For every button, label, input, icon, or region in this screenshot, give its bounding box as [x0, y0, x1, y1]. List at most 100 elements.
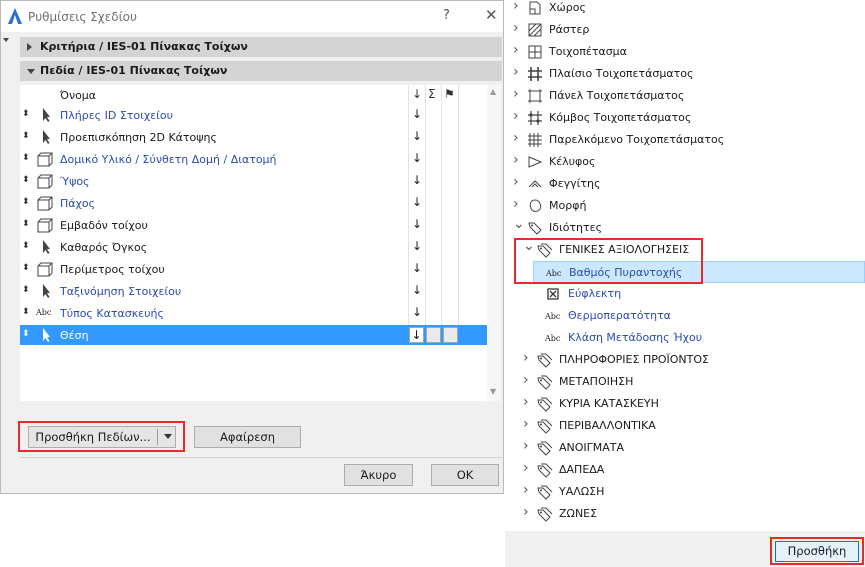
chevron-down-icon[interactable]: [164, 434, 172, 439]
sort-arrow-icon[interactable]: ↓: [412, 283, 422, 297]
tree-item[interactable]: › Παρελκόμενο Τοιχοπετάσματος: [505, 129, 860, 151]
chevron-down-icon[interactable]: ⌄: [513, 216, 525, 232]
chevron-right-icon[interactable]: ›: [523, 482, 529, 498]
title-bar[interactable]: Ρυθμίσεις Σχεδίου ? ✕: [1, 1, 503, 32]
cancel-button[interactable]: Άκυρο: [344, 464, 413, 486]
drag-handle-icon[interactable]: ⬍: [22, 307, 29, 317]
tree-item[interactable]: › ΖΩΝΕΣ: [505, 503, 860, 525]
chevron-right-icon[interactable]: ›: [513, 108, 519, 124]
remove-button[interactable]: Αφαίρεση: [194, 426, 301, 448]
chevron-right-icon[interactable]: ›: [513, 152, 519, 168]
field-row[interactable]: ⬍ Πάχος ↓: [20, 193, 487, 213]
field-row[interactable]: ⬍ Θέση ↓: [20, 325, 487, 345]
chevron-right-icon[interactable]: ›: [513, 196, 519, 212]
sort-arrow-icon[interactable]: ↓: [412, 129, 422, 143]
drag-handle-icon[interactable]: ⬍: [22, 131, 29, 141]
sort-arrow-icon[interactable]: ↓: [412, 107, 422, 121]
help-button[interactable]: ?: [443, 8, 450, 23]
flag-column-icon[interactable]: ⚑: [444, 87, 455, 101]
tree-item[interactable]: › ΜΕΤΑΠΟΙΗΣΗ: [505, 371, 860, 393]
sort-arrow-icon[interactable]: ↓: [412, 239, 422, 253]
close-button[interactable]: ✕: [485, 6, 498, 24]
field-row[interactable]: ⬍ Πλήρες ID Στοιχείου ↓: [20, 105, 487, 125]
drag-handle-icon[interactable]: ⬍: [22, 153, 29, 163]
drag-handle-icon[interactable]: ⬍: [22, 197, 29, 207]
chevron-right-icon[interactable]: ›: [513, 86, 519, 102]
arrow-pointer-icon: [36, 129, 54, 145]
drag-handle-icon[interactable]: ⬍: [22, 109, 29, 119]
sort-arrow-icon[interactable]: ↓: [412, 151, 422, 165]
tree-item[interactable]: › Τοιχοπέτασμα: [505, 41, 860, 63]
field-row[interactable]: ⬍ Ταξινόμηση Στοιχείου ↓: [20, 281, 487, 301]
tree-item[interactable]: › ΚΥΡΙΑ ΚΑΤΑΣΚΕΥΗ: [505, 393, 860, 415]
tree-item-label: Εύφλεκτη: [568, 287, 622, 300]
column-name-header[interactable]: Όνομα: [60, 89, 96, 102]
chevron-right-icon[interactable]: ›: [523, 394, 529, 410]
field-row[interactable]: ⬍ Εμβαδόν τοίχου ↓: [20, 215, 487, 235]
sum-column-icon[interactable]: Σ: [428, 87, 436, 101]
tree-item[interactable]: Abc Θερμοπερατότητα: [505, 305, 860, 327]
chevron-right-icon[interactable]: ›: [513, 174, 519, 190]
chevron-right-icon[interactable]: ›: [523, 372, 529, 388]
chevron-right-icon[interactable]: ›: [513, 64, 519, 80]
tree-item[interactable]: Abc Κλάση Μετάδοσης Ήχου: [505, 327, 860, 349]
tree-item[interactable]: › ΔΑΠΕΔΑ: [505, 459, 860, 481]
drag-handle-icon[interactable]: ⬍: [22, 329, 29, 339]
drag-handle-icon[interactable]: ⬍: [22, 285, 29, 295]
tree-item[interactable]: › Ράστερ: [505, 19, 860, 41]
chevron-right-icon[interactable]: ›: [523, 438, 529, 454]
drag-handle-icon[interactable]: ⬍: [22, 263, 29, 273]
criteria-section-header[interactable]: Κριτήρια / IES-01 Πίνακας Τοίχων: [20, 37, 502, 57]
sort-arrow-icon[interactable]: ↓: [412, 261, 422, 275]
chevron-right-icon[interactable]: ›: [523, 350, 529, 366]
fields-list[interactable]: Όνομα ↓ Σ ⚑ ⬍ Πλήρες ID Στοιχείου ↓ ⬍ Προεπι…: [20, 85, 487, 401]
field-row[interactable]: ⬍ Abc Τύπος Κατασκευής ↓: [20, 303, 487, 323]
chevron-right-icon[interactable]: ›: [513, 42, 519, 58]
sort-arrow-icon[interactable]: ↓: [412, 195, 422, 209]
drag-handle-icon[interactable]: ⬍: [22, 219, 29, 229]
add-button[interactable]: Προσθήκη: [775, 541, 859, 562]
field-row[interactable]: ⬍ Προεπισκόπηση 2D Κάτοψης ↓: [20, 127, 487, 147]
chevron-right-icon[interactable]: ›: [523, 416, 529, 432]
tree-item[interactable]: › Κόμβος Τοιχοπετάσματος: [505, 107, 860, 129]
tree-item[interactable]: › Πλαίσιο Τοιχοπετάσματος: [505, 63, 860, 85]
tree-item[interactable]: › Μορφή: [505, 195, 860, 217]
field-label: Εμβαδόν τοίχου: [60, 219, 148, 232]
sort-arrow-icon[interactable]: ↓: [412, 217, 422, 231]
tree-item[interactable]: › ΠΛΗΡΟΦΟΡΙΕΣ ΠΡΟΪΟΝΤΟΣ: [505, 349, 860, 371]
drag-handle-icon[interactable]: ⬍: [22, 241, 29, 251]
chevron-right-icon[interactable]: ›: [513, 130, 519, 146]
tree-item[interactable]: › Χώρος: [505, 0, 860, 19]
scroll-down-icon[interactable]: ▼: [490, 387, 496, 396]
fields-section-title: Πεδία / IES-01 Πίνακας Τοίχων: [40, 64, 228, 77]
sort-arrow-icon[interactable]: ↓: [412, 305, 422, 319]
tree-item[interactable]: › ΥΑΛΩΣΗ: [505, 481, 860, 503]
chevron-right-icon[interactable]: ›: [523, 504, 529, 520]
fields-list-scrollbar[interactable]: ▲ ▼: [487, 85, 501, 401]
drag-handle-icon[interactable]: ⬍: [22, 175, 29, 185]
sort-column-icon[interactable]: ↓: [412, 87, 422, 101]
add-fields-button[interactable]: Προσθήκη Πεδίων...: [28, 426, 176, 448]
tree-item[interactable]: › Φεγγίτης: [505, 173, 860, 195]
tree-item[interactable]: › ΑΝΟΙΓΜΑΤΑ: [505, 437, 860, 459]
field-row[interactable]: ⬍ Καθαρός Όγκος ↓: [20, 237, 487, 257]
chevron-right-icon[interactable]: ›: [523, 460, 529, 476]
sort-cell[interactable]: ↓: [409, 327, 424, 343]
tree-item[interactable]: Εύφλεκτη: [505, 283, 860, 305]
chevron-right-icon[interactable]: ›: [513, 20, 519, 36]
tree-item[interactable]: › Πάνελ Τοιχοπετάσματος: [505, 85, 860, 107]
field-row[interactable]: ⬍ Ύψος ↓: [20, 171, 487, 191]
tags-icon: [537, 463, 553, 478]
tree-item[interactable]: › Κέλυφος: [505, 151, 860, 173]
tree-item[interactable]: ⌄ Ιδιότητες: [505, 216, 860, 239]
scroll-up-icon[interactable]: ▲: [490, 87, 496, 96]
field-row[interactable]: ⬍ Δομικό Υλικό / Σύνθετη Δομή / Διατομή ↓: [20, 149, 487, 169]
ok-button[interactable]: OK: [431, 464, 499, 486]
field-row[interactable]: ⬍ Περίμετρος τοίχου ↓: [20, 259, 487, 279]
fields-section-header[interactable]: Πεδία / IES-01 Πίνακας Τοίχων: [20, 61, 502, 81]
tree-item[interactable]: › ΠΕΡΙΒΑΛΛΟΝΤΙΚΑ: [505, 415, 860, 437]
sum-cell[interactable]: [426, 327, 441, 343]
chevron-right-icon[interactable]: ›: [513, 0, 519, 14]
sort-arrow-icon[interactable]: ↓: [412, 173, 422, 187]
flag-cell[interactable]: [443, 327, 458, 343]
